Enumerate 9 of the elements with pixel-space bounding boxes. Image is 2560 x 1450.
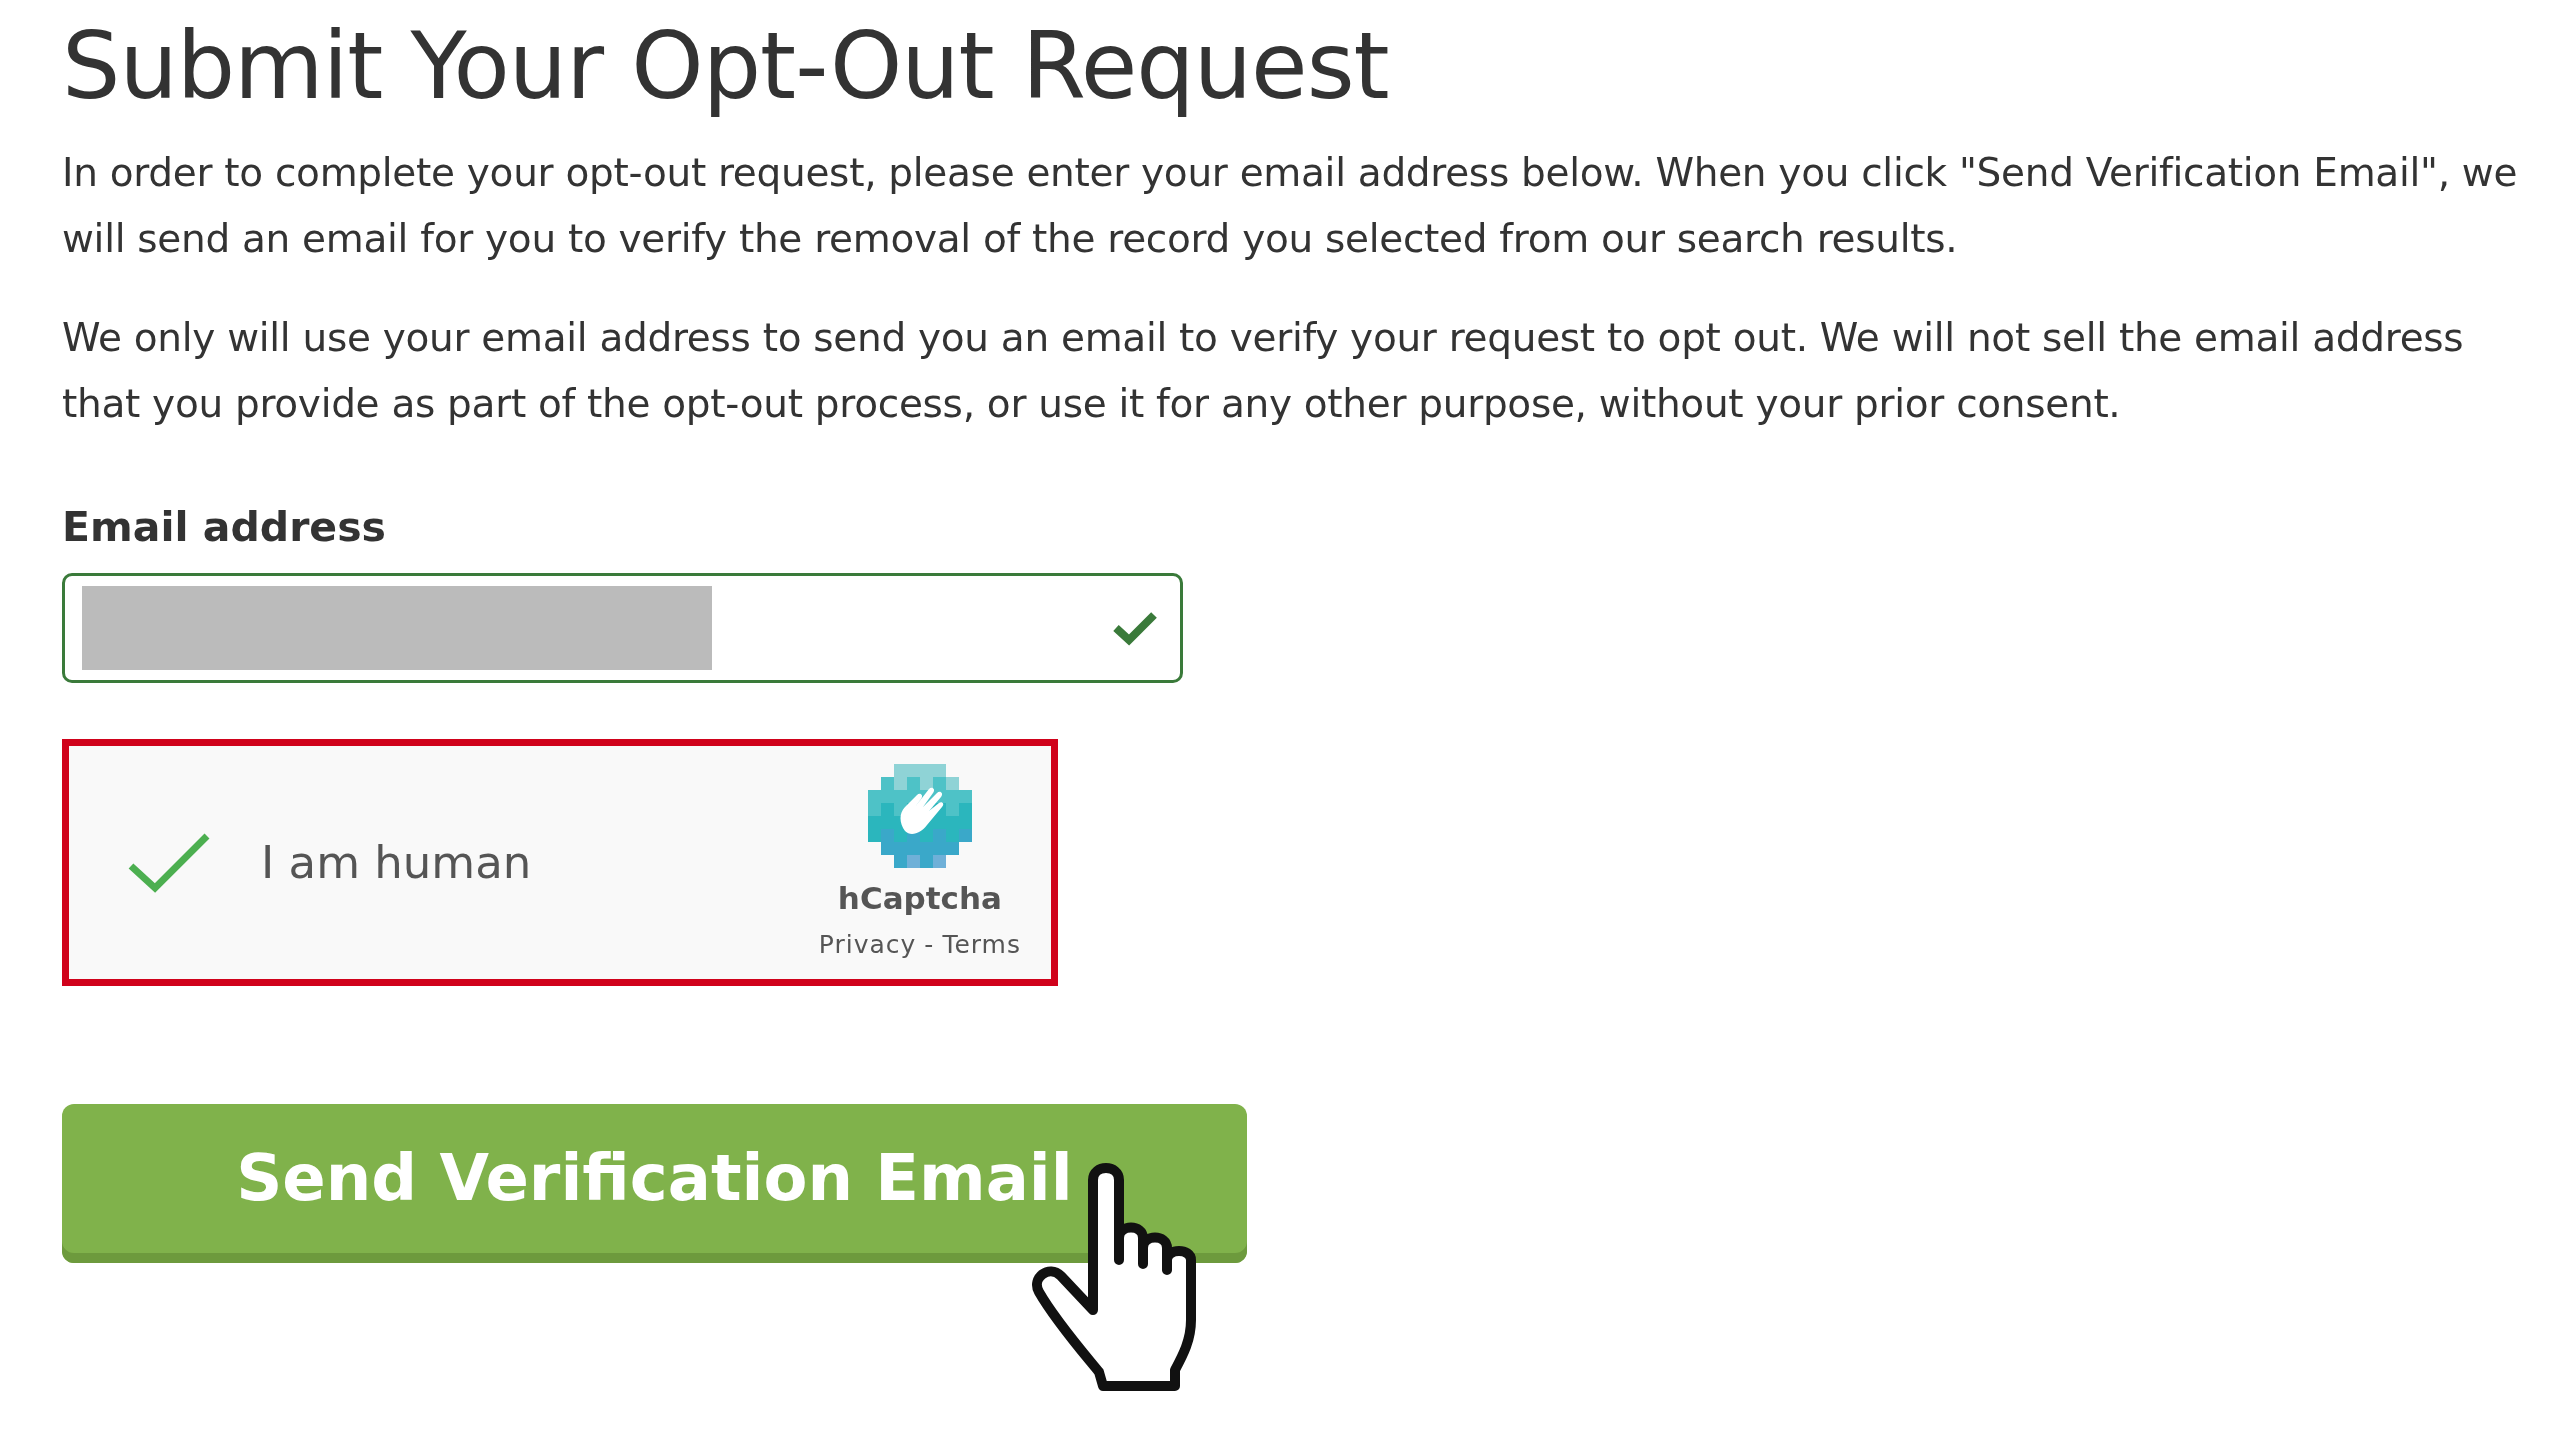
footer-link[interactable]: Terms: [942, 925, 1021, 964]
paragraph: In order to complete your opt-out request, please enter your email address below. When you click "Send Verification Email", we will send an email for you to verify the removal of the record you selected from our search results.: [62, 149, 2519, 264]
footer-link[interactable]: Privacy: [818, 925, 917, 964]
brand-name: hCaptcha: [837, 879, 1002, 919]
page-title: Submit Your Opt-Out Request: [62, 12, 1390, 122]
captcha-label: I am human: [261, 834, 532, 891]
field-label: Email address: [62, 502, 387, 554]
paragraph: We only will use your email address to send you an email to verify your request to opt out. We will not sell the email address that you provide as part of the opt-out process, or use it for any other purpose, without your prior consent.: [62, 314, 2465, 429]
separator: -: [924, 928, 935, 961]
